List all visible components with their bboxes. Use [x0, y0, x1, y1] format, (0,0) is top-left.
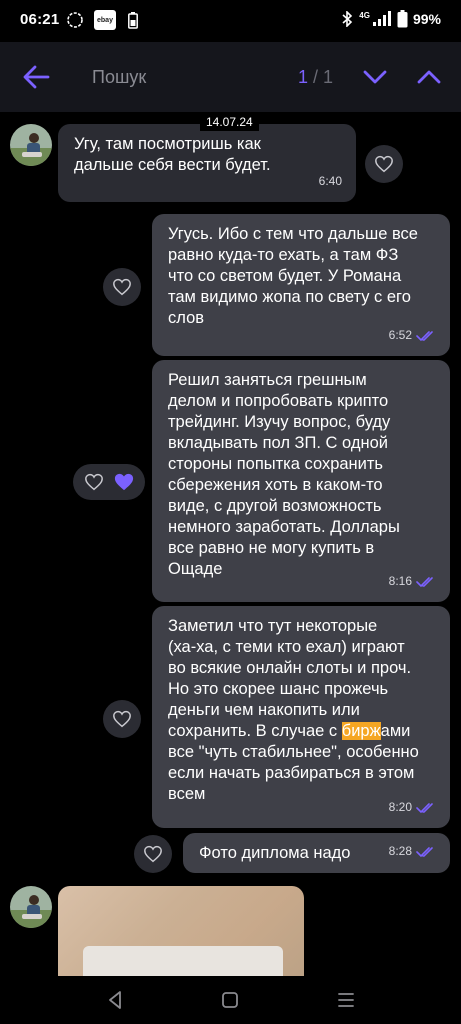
message-time: 6:40 — [318, 174, 342, 188]
date-separator: 14.07.24 — [200, 113, 259, 131]
message-meta: 6:52 — [389, 325, 436, 346]
status-right: 4G 99% — [340, 10, 441, 28]
incoming-photo-message[interactable] — [58, 886, 304, 976]
like-button[interactable] — [134, 835, 172, 873]
battery-icon — [397, 10, 408, 28]
system-navigation-bar — [0, 976, 461, 1024]
message-meta: 6:40 — [319, 171, 342, 192]
message-text: Заметил что тут некоторые (ха-ха, с теми… — [168, 616, 434, 805]
back-arrow-icon[interactable] — [22, 64, 50, 90]
contact-avatar[interactable] — [10, 124, 52, 166]
cellular-signal-icon — [372, 11, 391, 26]
network-type: 4G — [359, 10, 370, 20]
outgoing-message-bubble[interactable]: Угусь. Ибо с тем что дальше все равно ку… — [152, 214, 450, 356]
next-result-chevron-down-icon[interactable] — [362, 66, 388, 88]
like-button[interactable] — [365, 145, 403, 183]
like-button[interactable] — [103, 700, 141, 738]
message-time: 8:20 — [388, 800, 412, 814]
message-meta: 8:28 — [389, 841, 436, 862]
search-result-counter: 1 / 1 — [298, 67, 333, 88]
read-double-check-icon — [416, 802, 433, 813]
read-double-check-icon — [416, 846, 433, 857]
read-double-check-icon — [416, 576, 433, 587]
search-input[interactable] — [80, 60, 280, 94]
search-total-count: 1 — [323, 67, 334, 87]
message-text: Угу, там посмотришь как дальше себя вест… — [74, 135, 271, 174]
purple-heart-reaction-icon[interactable] — [113, 472, 135, 492]
ebay-icon: ebay — [94, 10, 116, 30]
home-square-icon[interactable] — [218, 988, 242, 1012]
heart-outline-icon — [113, 710, 131, 728]
bluetooth-icon — [342, 11, 353, 27]
signal-app-icon — [67, 12, 83, 28]
previous-result-chevron-up-icon[interactable] — [416, 66, 442, 88]
heart-outline-icon — [144, 845, 162, 863]
search-header: 1 / 1 — [0, 42, 461, 112]
search-current-index: 1 — [298, 67, 309, 87]
message-time: 6:52 — [388, 328, 412, 342]
status-bar: 06:21 ebay 4G 99% — [0, 0, 461, 42]
message-meta: 8:16 — [389, 571, 436, 592]
message-time: 8:16 — [388, 574, 412, 588]
status-time: 06:21 — [20, 11, 60, 28]
heart-outline-icon — [113, 278, 131, 296]
outgoing-message-bubble[interactable]: Фото диплома надо 8:28 — [183, 833, 450, 873]
search-highlight: бирж — [341, 722, 381, 740]
contact-avatar[interactable] — [10, 886, 52, 928]
incoming-message-bubble[interactable]: Угу, там посмотришь как дальше себя вест… — [58, 124, 356, 202]
search-counter-separator: / — [308, 67, 324, 87]
back-triangle-icon[interactable] — [103, 988, 127, 1012]
outgoing-message-bubble[interactable]: Решил заняться грешным делом и попробова… — [152, 360, 450, 602]
message-text: Решил заняться грешным делом и попробова… — [168, 371, 400, 578]
outgoing-message-bubble[interactable]: Заметил что тут некоторые (ха-ха, с теми… — [152, 606, 450, 828]
ebay-label: ebay — [97, 16, 113, 24]
battery-saver-icon — [128, 12, 138, 29]
photo-content — [83, 946, 283, 976]
like-button[interactable] — [103, 268, 141, 306]
heart-outline-icon — [375, 155, 393, 173]
battery-percent: 99% — [412, 11, 441, 27]
heart-outline-icon[interactable] — [84, 473, 104, 491]
recent-apps-menu-icon[interactable] — [334, 988, 358, 1012]
read-double-check-icon — [416, 330, 433, 341]
message-text: Угусь. Ибо с тем что дальше все равно ку… — [168, 225, 418, 327]
message-meta: 8:20 — [389, 797, 436, 818]
message-time: 8:28 — [388, 844, 412, 858]
reaction-bar[interactable] — [73, 464, 145, 500]
